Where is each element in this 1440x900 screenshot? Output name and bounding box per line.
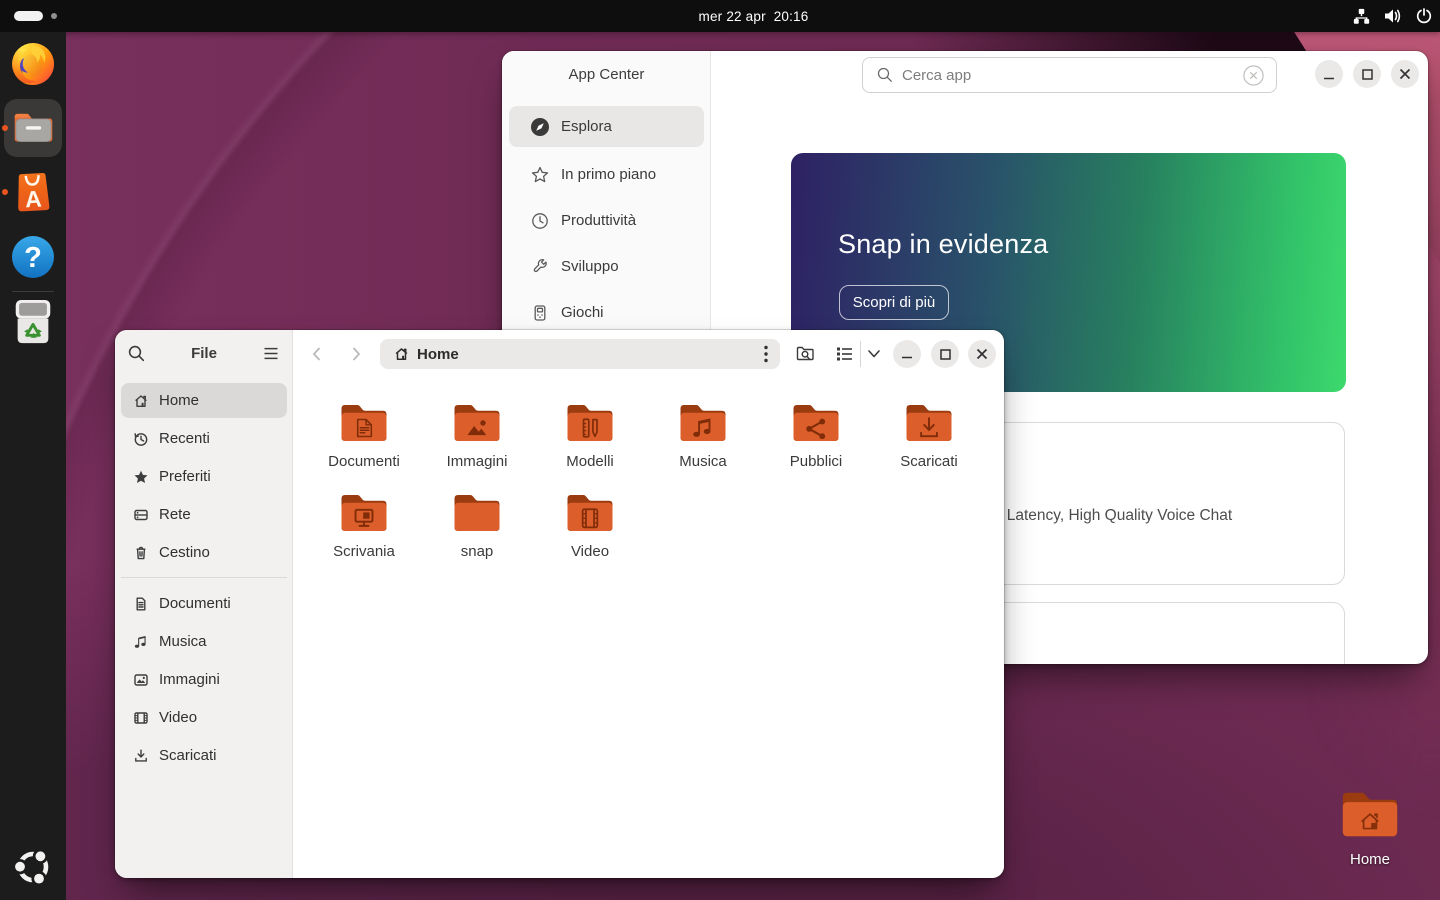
- svg-text:A: A: [24, 186, 42, 212]
- svg-text:?: ?: [24, 242, 42, 274]
